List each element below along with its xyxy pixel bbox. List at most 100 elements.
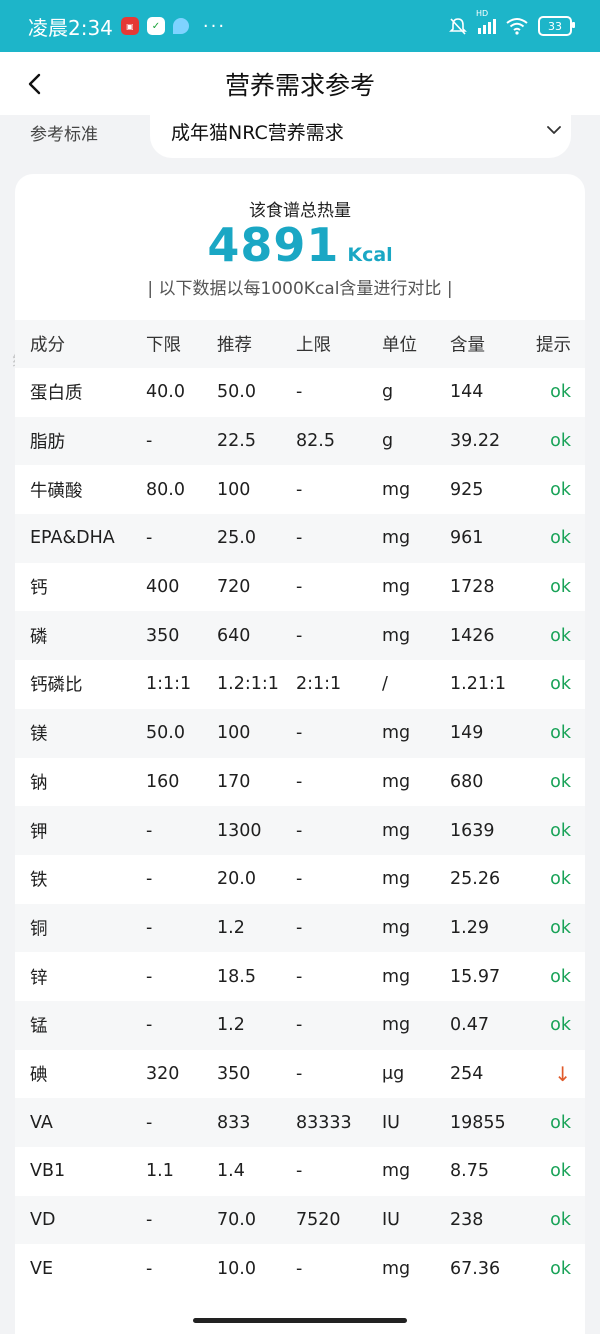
wifi-icon xyxy=(506,18,528,35)
cell-status: ok xyxy=(550,625,571,646)
cell-max: - xyxy=(296,771,303,792)
reference-standard-dropdown[interactable]: 成年猫NRC营养需求 xyxy=(150,115,571,158)
cell-status: ok xyxy=(550,869,571,890)
cell-recommended: 20.0 xyxy=(217,869,256,890)
cell-unit: mg xyxy=(382,1015,411,1036)
cell-recommended: 640 xyxy=(217,625,251,646)
cell-min: 80.0 xyxy=(146,479,185,500)
cell-recommended: 170 xyxy=(217,771,251,792)
cell-max: - xyxy=(296,479,303,500)
home-indicator[interactable] xyxy=(193,1318,407,1323)
chat-notification-icon xyxy=(172,18,189,34)
cell-amount: 149 xyxy=(450,723,484,744)
table-row: 铁 - 20.0 - mg 25.26 ok xyxy=(15,855,585,904)
cell-unit: IU xyxy=(382,1210,400,1231)
cell-min: 400 xyxy=(146,577,180,598)
reference-standard-row: 参考标准 成年猫NRC营养需求 xyxy=(0,115,600,165)
cell-amount: 25.26 xyxy=(450,869,501,890)
cell-amount: 254 xyxy=(450,1063,484,1084)
cell-min: - xyxy=(146,917,153,938)
cell-nutrient: 磷 xyxy=(30,627,48,648)
column-header-recommended: 推荐 xyxy=(217,335,252,356)
cell-nutrient: 铁 xyxy=(30,870,48,891)
table-row: 牛磺酸 80.0 100 - mg 925 ok xyxy=(15,465,585,514)
column-header-unit: 单位 xyxy=(382,335,417,356)
cell-unit: mg xyxy=(382,577,411,598)
cell-unit: mg xyxy=(382,820,411,841)
cell-status: ok xyxy=(550,1258,571,1279)
cell-nutrient: 锰 xyxy=(30,1016,48,1037)
cell-nutrient: 钙 xyxy=(30,578,48,599)
table-row: VE - 10.0 - mg 67.36 ok xyxy=(15,1244,585,1293)
cell-recommended: 1.2:1:1 xyxy=(217,674,279,695)
cell-recommended: 1.2 xyxy=(217,1015,245,1036)
status-left: 凌晨2:34 ▣ ✓ ··· xyxy=(28,12,226,41)
cell-min: - xyxy=(146,820,153,841)
cell-status: ok xyxy=(550,382,571,403)
table-row: 钙磷比 1:1:1 1.2:1:1 2:1:1 / 1.21:1 ok xyxy=(15,660,585,709)
cell-recommended: 70.0 xyxy=(217,1210,256,1231)
cell-nutrient: VE xyxy=(30,1258,54,1279)
cell-unit: μg xyxy=(382,1063,405,1084)
cell-amount: 961 xyxy=(450,528,484,549)
cell-status: ok xyxy=(550,820,571,841)
cell-amount: 1426 xyxy=(450,625,495,646)
cell-nutrient: EPA&DHA xyxy=(30,528,115,549)
table-header-row: 成分 下限 推荐 上限 单位 含量 提示 xyxy=(15,320,585,368)
cell-recommended: 25.0 xyxy=(217,528,256,549)
cell-nutrient: 镁 xyxy=(30,724,48,745)
status-time: 凌晨2:34 xyxy=(28,15,113,40)
cell-unit: mg xyxy=(382,771,411,792)
cell-max: - xyxy=(296,1161,303,1182)
column-header-min: 下限 xyxy=(146,335,181,356)
table-row: 钙 400 720 - mg 1728 ok xyxy=(15,563,585,612)
cell-recommended: 720 xyxy=(217,577,251,598)
cell-min: 160 xyxy=(146,771,180,792)
cell-unit: mg xyxy=(382,479,411,500)
cell-min: 1:1:1 xyxy=(146,674,192,695)
column-header-status: 提示 xyxy=(536,335,571,356)
cell-nutrient: 钾 xyxy=(30,822,48,843)
cell-status: ok xyxy=(550,1015,571,1036)
cell-nutrient: 铜 xyxy=(30,919,48,940)
cell-amount: 238 xyxy=(450,1210,484,1231)
cell-unit: g xyxy=(382,431,394,452)
status-right: HD 33 xyxy=(448,9,575,36)
cell-max: - xyxy=(296,1258,303,1279)
table-row: 钾 - 1300 - mg 1639 ok xyxy=(15,806,585,855)
cell-unit: mg xyxy=(382,1161,411,1182)
cell-recommended: 1.4 xyxy=(217,1161,245,1182)
table-row: 蛋白质 40.0 50.0 - g 144 ok xyxy=(15,368,585,417)
cell-min: 1.1 xyxy=(146,1161,174,1182)
cell-unit: mg xyxy=(382,1258,411,1279)
cell-max: - xyxy=(296,1063,303,1084)
cell-unit: mg xyxy=(382,966,411,987)
cell-nutrient: VB1 xyxy=(30,1161,66,1182)
cell-amount: 1.21:1 xyxy=(450,674,506,695)
more-notifications-icon: ··· xyxy=(202,15,227,37)
total-calories-value: 4891 xyxy=(207,218,340,272)
cell-nutrient: 蛋白质 xyxy=(30,383,83,404)
mute-icon xyxy=(449,18,467,35)
comparison-note: | 以下数据以每1000Kcal含量进行对比 | xyxy=(147,279,453,299)
cell-recommended: 1.2 xyxy=(217,917,245,938)
cell-nutrient: 钙磷比 xyxy=(30,675,83,696)
cell-max: 83333 xyxy=(296,1112,352,1133)
cell-max: 7520 xyxy=(296,1210,341,1231)
cell-min: - xyxy=(146,1210,153,1231)
cell-status: ok xyxy=(550,577,571,598)
signal-label: HD xyxy=(476,8,489,18)
cell-unit: g xyxy=(382,382,394,403)
cell-min: 320 xyxy=(146,1063,180,1084)
cell-unit: mg xyxy=(382,528,411,549)
cell-recommended: 350 xyxy=(217,1063,251,1084)
column-header-nutrient: 成分 xyxy=(30,335,65,356)
battery-level: 33 xyxy=(548,19,562,33)
cell-max: 2:1:1 xyxy=(296,674,342,695)
cell-max: - xyxy=(296,625,303,646)
column-header-max: 上限 xyxy=(296,335,331,356)
cell-status: ok xyxy=(550,431,571,452)
cell-min: - xyxy=(146,528,153,549)
cell-amount: 19855 xyxy=(450,1112,506,1133)
reference-standard-label: 参考标准 xyxy=(30,125,98,145)
